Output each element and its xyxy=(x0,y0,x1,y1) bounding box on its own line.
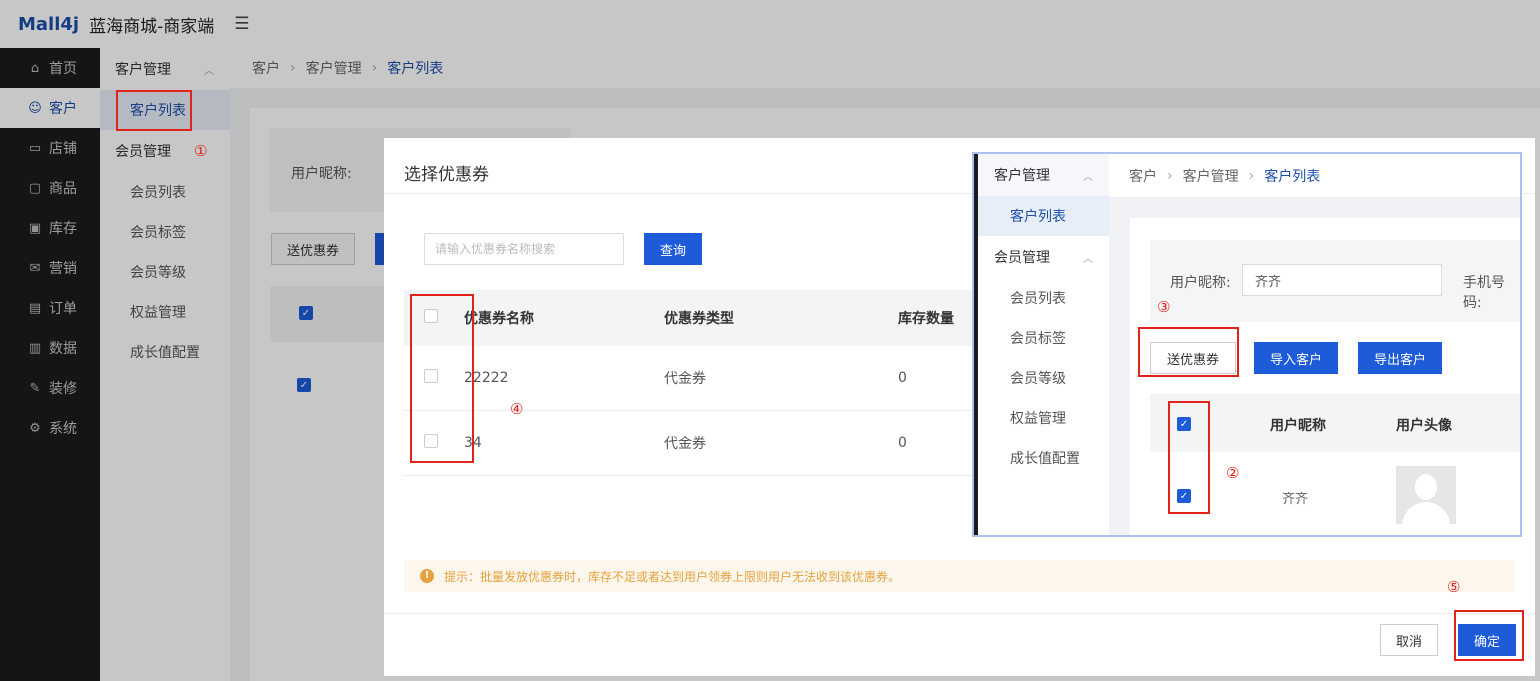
inset-breadcrumb: 客户 › 客户管理 › 客户列表 xyxy=(1109,154,1520,198)
inset-group-customer[interactable]: 客户管理 ︿ xyxy=(978,154,1109,196)
avatar xyxy=(1396,466,1456,524)
column-header: 优惠券名称 xyxy=(464,311,534,327)
annotation-box xyxy=(1454,610,1524,661)
import-customer-button[interactable]: 导入客户 xyxy=(1254,342,1338,374)
annotation-box xyxy=(1138,327,1239,377)
inset-item-member-tags[interactable]: 会员标签 xyxy=(978,318,1109,358)
phone-label: 手机号码: xyxy=(1463,275,1505,311)
chevron-up-icon: ︿ xyxy=(1083,253,1093,265)
nickname-label: 用户昵称: xyxy=(1170,275,1231,291)
coupon-name: 34 xyxy=(464,435,482,451)
coupon-search-input[interactable] xyxy=(424,233,624,265)
inset-item-growth[interactable]: 成长值配置 xyxy=(978,438,1109,478)
inset-item-benefits[interactable]: 权益管理 xyxy=(978,398,1109,438)
coupon-table: 优惠券名称 优惠券类型 库存数量 22222 代金券 0 34 代金券 0 xyxy=(404,290,1004,476)
column-header: 用户头像 xyxy=(1396,418,1452,434)
breadcrumb-current: 客户列表 xyxy=(1264,168,1321,185)
column-header: 优惠券类型 xyxy=(664,311,734,327)
divider xyxy=(384,613,1535,614)
nickname-input[interactable]: 齐齐 xyxy=(1242,264,1442,296)
chevron-right-icon: › xyxy=(1167,167,1173,184)
annotation-box xyxy=(116,90,192,131)
cancel-button[interactable]: 取消 xyxy=(1380,624,1438,656)
breadcrumb-item[interactable]: 客户管理 xyxy=(1183,166,1239,186)
dialog-title: 选择优惠券 xyxy=(404,165,489,185)
warning-icon: ! xyxy=(420,569,434,583)
inset-item-member-list[interactable]: 会员列表 xyxy=(978,278,1109,318)
annotation-number: ③ xyxy=(1157,298,1171,316)
annotation-box xyxy=(1168,401,1210,514)
inset-screenshot: 客户管理 ︿ 客户列表 会员管理 ︿ 会员列表 会员标签 会员等级 权益管理 成长值… xyxy=(972,152,1522,537)
annotation-box xyxy=(410,294,474,463)
tip-text: 提示：批量发放优惠券时，库存不足或者达到用户领券上限则用户无法收到该优惠券。 xyxy=(444,569,901,584)
row-nickname: 齐齐 xyxy=(1282,492,1309,507)
chevron-right-icon: › xyxy=(1248,167,1255,184)
export-customer-button[interactable]: 导出客户 xyxy=(1358,342,1442,374)
table-header: 优惠券名称 优惠券类型 库存数量 xyxy=(404,290,1004,346)
coupon-type: 代金券 xyxy=(664,371,706,387)
query-button[interactable]: 查询 xyxy=(644,233,702,265)
coupon-name: 22222 xyxy=(464,370,509,386)
annotation-number: ① xyxy=(194,142,208,160)
column-header: 用户昵称 xyxy=(1270,418,1326,434)
inset-item-customer-list[interactable]: 客户列表 xyxy=(978,196,1109,236)
inset-sidebar: 客户管理 ︿ 客户列表 会员管理 ︿ 会员列表 会员标签 会员等级 权益管理 成长值… xyxy=(974,154,1109,535)
chevron-up-icon: ︿ xyxy=(1083,171,1093,183)
coupon-type: 代金券 xyxy=(664,436,706,452)
warning-tip: ! 提示：批量发放优惠券时，库存不足或者达到用户领券上限则用户无法收到该优惠券。 xyxy=(404,560,1515,592)
annotation-number: ② xyxy=(1226,464,1240,482)
annotation-number: ④ xyxy=(510,400,524,418)
inset-group-member[interactable]: 会员管理 ︿ xyxy=(978,236,1109,278)
inset-item-member-level[interactable]: 会员等级 xyxy=(978,358,1109,398)
table-row[interactable]: 22222 代金券 0 xyxy=(404,346,1004,411)
annotation-number: ⑤ xyxy=(1447,578,1461,596)
table-row[interactable]: 34 代金券 0 xyxy=(404,411,1004,476)
breadcrumb-item[interactable]: 客户 xyxy=(1129,166,1157,186)
